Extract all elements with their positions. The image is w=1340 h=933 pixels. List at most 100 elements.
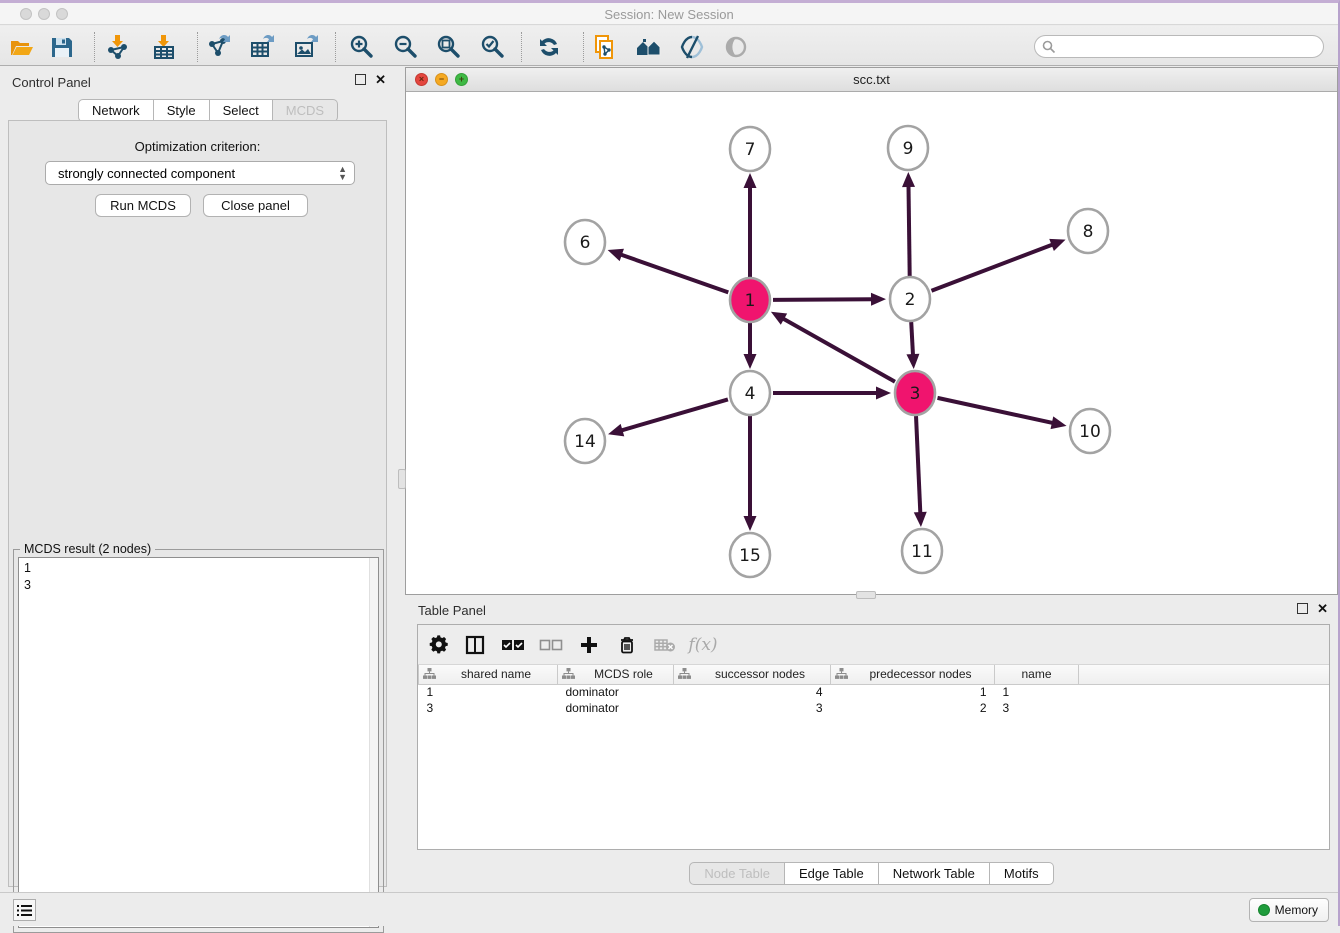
- control-panel-tabs: Network Style Select MCDS: [78, 99, 338, 122]
- edge-arrowhead: [744, 173, 757, 188]
- edge-2-9[interactable]: [908, 185, 909, 276]
- tab-motifs[interactable]: Motifs: [990, 862, 1054, 885]
- import-table-icon[interactable]: [150, 33, 178, 61]
- tab-mcds[interactable]: MCDS: [273, 99, 338, 122]
- edge-arrowhead: [608, 249, 624, 261]
- network-view-window: × − + scc.txt 1234678910111415: [405, 67, 1338, 595]
- export-network-icon[interactable]: [205, 33, 233, 61]
- graph-node-label: 4: [745, 384, 756, 404]
- column-header-predecessor-nodes[interactable]: predecessor nodes: [831, 665, 995, 684]
- control-panel-float-icon[interactable]: [355, 74, 366, 85]
- delete-icon[interactable]: [614, 632, 640, 658]
- tab-node-table[interactable]: Node Table: [689, 862, 785, 885]
- panel-splitter-vertical[interactable]: [398, 469, 406, 489]
- edge-1-2[interactable]: [773, 299, 873, 300]
- table-panel-float-icon[interactable]: [1297, 603, 1308, 614]
- edge-2-8[interactable]: [931, 244, 1053, 291]
- run-mcds-button[interactable]: Run MCDS: [95, 194, 191, 217]
- toolbar-separator: [94, 32, 95, 62]
- save-session-icon[interactable]: [48, 33, 76, 61]
- show-all-icon[interactable]: [722, 33, 750, 61]
- edge-4-14[interactable]: [621, 399, 728, 430]
- status-bar: Memory: [0, 892, 1338, 926]
- graph-node-label: 6: [580, 233, 591, 253]
- tab-network[interactable]: Network: [78, 99, 154, 122]
- control-panel-close-icon[interactable]: ✕: [375, 74, 386, 85]
- tab-select[interactable]: Select: [210, 99, 273, 122]
- column-header-name[interactable]: name: [995, 665, 1079, 684]
- select-all-icon[interactable]: [500, 632, 526, 658]
- search-input[interactable]: [1060, 38, 1323, 56]
- column-header-successor-nodes[interactable]: successor nodes: [674, 665, 831, 684]
- export-image-icon[interactable]: [292, 33, 320, 61]
- tab-style[interactable]: Style: [154, 99, 210, 122]
- apply-layout-icon[interactable]: [535, 33, 563, 61]
- table-panel: Table Panel ✕: [405, 598, 1338, 891]
- node-table-container: f(x) shared name MCDS role successor nod…: [417, 624, 1330, 850]
- edge-3-11[interactable]: [916, 416, 920, 514]
- zoom-fit-icon[interactable]: [435, 33, 463, 61]
- edge-2-3[interactable]: [911, 322, 913, 356]
- function-builder-icon: f(x): [690, 632, 716, 658]
- delete-table-icon: [652, 632, 678, 658]
- table-row[interactable]: 1 dominator 4 1 1: [419, 684, 1330, 700]
- network-window-title: scc.txt: [406, 72, 1337, 87]
- memory-button[interactable]: Memory: [1249, 898, 1329, 922]
- graph-node-label: 9: [903, 139, 914, 159]
- graph-node-label: 11: [911, 542, 933, 562]
- optimization-criterion-select[interactable]: strongly connected component ▲▼: [45, 161, 355, 185]
- open-file-icon[interactable]: [8, 33, 36, 61]
- edge-arrowhead: [906, 354, 919, 369]
- settings-icon[interactable]: [426, 632, 452, 658]
- network-canvas[interactable]: 1234678910111415: [406, 92, 1337, 594]
- edge-arrowhead: [902, 172, 915, 187]
- table-row[interactable]: 3 dominator 3 2 3: [419, 700, 1330, 716]
- hierarchy-icon: [678, 668, 691, 683]
- add-row-icon[interactable]: [576, 632, 602, 658]
- close-panel-button[interactable]: Close panel: [203, 194, 308, 217]
- toolbar-separator: [335, 32, 336, 62]
- deselect-all-icon[interactable]: [538, 632, 564, 658]
- graph-node-label: 8: [1083, 222, 1094, 242]
- mcds-result-list[interactable]: 1 3: [18, 557, 379, 928]
- cell-shared-name: 1: [419, 684, 558, 700]
- cell-successor-nodes: 3: [674, 700, 831, 716]
- cell-predecessor-nodes: 1: [831, 684, 995, 700]
- edge-3-10[interactable]: [937, 398, 1053, 423]
- cell-shared-name: 3: [419, 700, 558, 716]
- list-icon: [17, 904, 32, 917]
- import-network-icon[interactable]: [104, 33, 132, 61]
- edge-3-1[interactable]: [782, 318, 895, 382]
- edge-arrowhead: [608, 424, 624, 436]
- first-neighbors-icon[interactable]: [635, 33, 663, 61]
- column-header-shared-name[interactable]: shared name: [419, 665, 558, 684]
- table-panel-close-icon[interactable]: ✕: [1317, 603, 1328, 614]
- column-header-mcds-role[interactable]: MCDS role: [558, 665, 674, 684]
- zoom-in-icon[interactable]: [348, 33, 376, 61]
- table-toolbar: f(x): [418, 625, 1329, 665]
- table-panel-title: Table Panel: [418, 603, 486, 618]
- toolbar-search-field[interactable]: [1034, 35, 1324, 58]
- edge-1-6[interactable]: [620, 254, 728, 292]
- export-table-icon[interactable]: [248, 33, 276, 61]
- cell-name: 3: [995, 700, 1079, 716]
- zoom-selected-icon[interactable]: [479, 33, 507, 61]
- window-title: Session: New Session: [0, 7, 1338, 22]
- table-panel-tabs: Node Table Edge Table Network Table Moti…: [405, 862, 1338, 885]
- hierarchy-icon: [423, 668, 436, 683]
- graph-node-label: 1: [745, 291, 756, 311]
- column-view-icon[interactable]: [462, 632, 488, 658]
- mcds-panel-body: Optimization criterion: strongly connect…: [8, 120, 387, 887]
- cell-name: 1: [995, 684, 1079, 700]
- result-scrollbar[interactable]: [369, 558, 378, 927]
- cell-successor-nodes: 4: [674, 684, 831, 700]
- toolbar-separator: [197, 32, 198, 62]
- task-history-button[interactable]: [13, 899, 36, 921]
- duplicate-network-icon[interactable]: [591, 33, 619, 61]
- graph-node-label: 15: [739, 546, 761, 566]
- network-window-titlebar[interactable]: × − + scc.txt: [406, 68, 1337, 92]
- zoom-out-icon[interactable]: [392, 33, 420, 61]
- hide-selected-icon[interactable]: [678, 33, 706, 61]
- tab-network-table[interactable]: Network Table: [879, 862, 990, 885]
- tab-edge-table[interactable]: Edge Table: [785, 862, 879, 885]
